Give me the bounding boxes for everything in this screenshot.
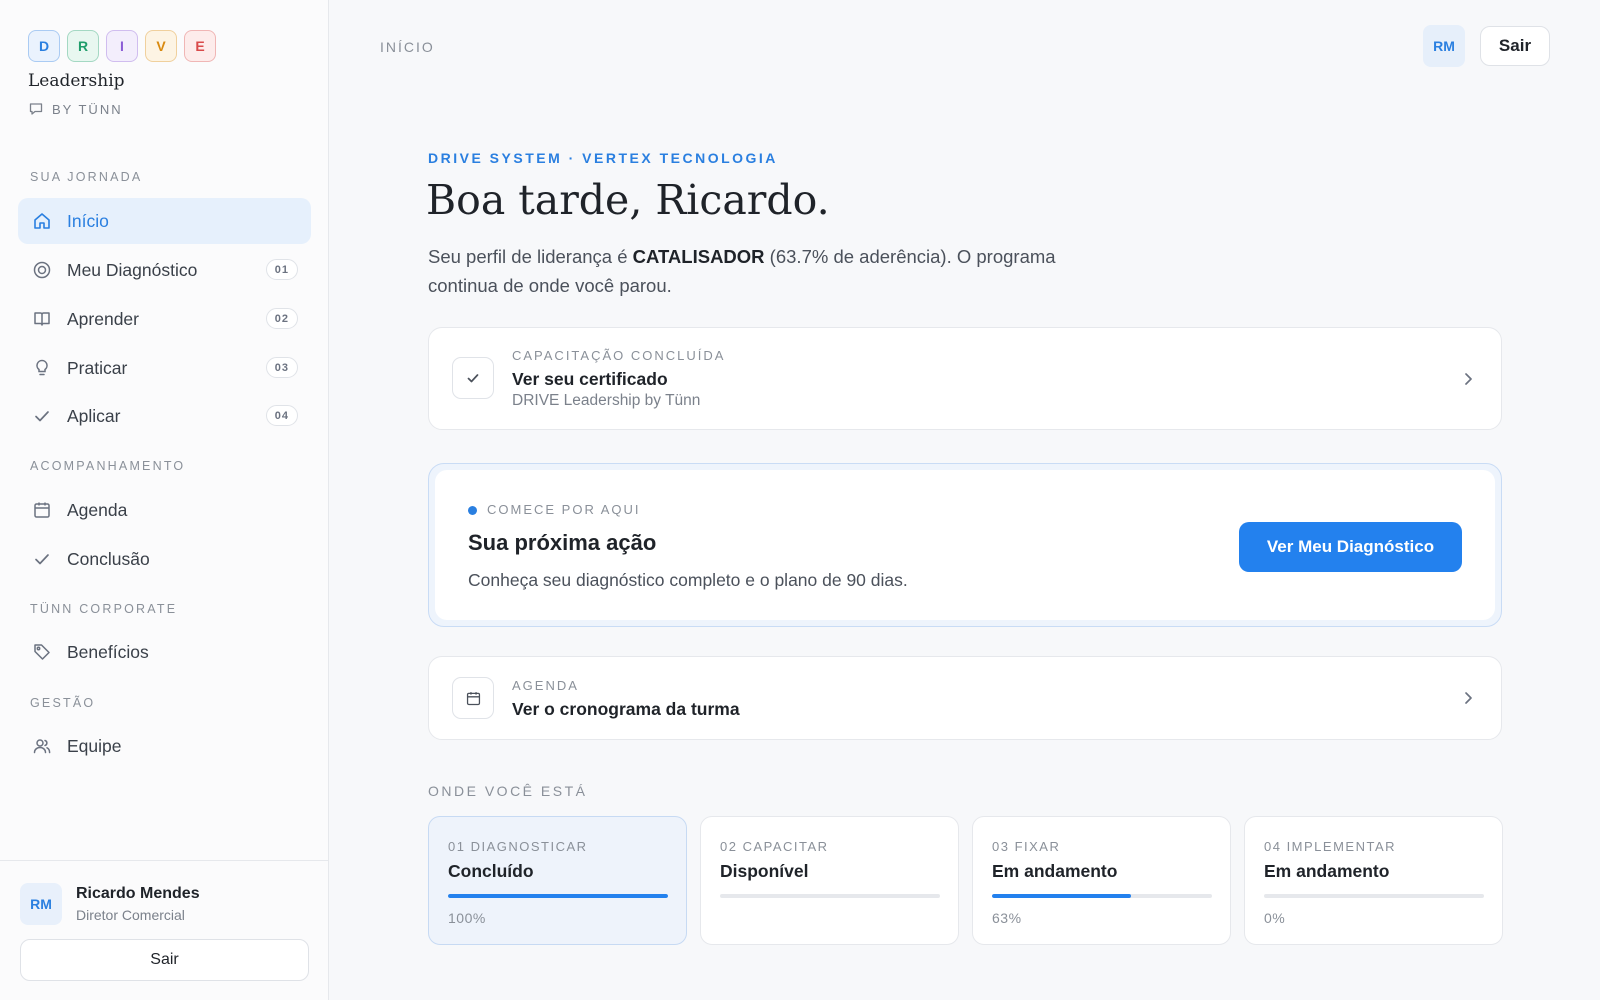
calendar-icon [32, 500, 52, 520]
logo-letter: E [184, 30, 216, 62]
progress-track [448, 894, 668, 898]
brand-subtitle: Leadership [28, 71, 125, 91]
agenda-card[interactable]: AGENDA Ver o cronograma da turma [428, 656, 1502, 740]
next-action-description: Conheça seu diagnóstico completo e o pla… [468, 570, 908, 590]
sidebar-item-label: Meu Diagnóstico [67, 259, 198, 280]
sidebar-item-label: Aplicar [67, 405, 121, 426]
breadcrumb: INÍCIO [380, 39, 435, 55]
book-icon [32, 309, 52, 329]
top-avatar[interactable]: RM [1423, 25, 1465, 67]
sidebar-item-aplicar[interactable]: Aplicar 04 [18, 393, 311, 439]
sidebar-item-label: Equipe [67, 735, 122, 756]
stage-status: Concluído [448, 861, 534, 881]
card-subtitle: DRIVE Leadership by Tünn [512, 392, 701, 409]
sidebar-item-label: Praticar [67, 357, 128, 378]
card-label: CAPACITAÇÃO CONCLUÍDA [512, 348, 726, 363]
sidebar: D R I V E Leadership BY TÜNN SUA JORNADA… [0, 0, 329, 1000]
lightbulb-icon [32, 358, 52, 378]
chevron-right-icon [1465, 692, 1472, 704]
step-badge: 01 [265, 259, 298, 280]
next-action-card: COMECE POR AQUI Sua próxima ação Conheça… [428, 463, 1502, 627]
status-dot [468, 506, 477, 515]
user-role: Diretor Comercial [76, 907, 185, 923]
sidebar-item-equipe[interactable]: Equipe [18, 723, 311, 769]
logo-letter: R [67, 30, 99, 62]
check-icon [32, 406, 52, 426]
check-icon [452, 357, 494, 399]
users-icon [32, 736, 52, 756]
next-action-title: Sua próxima ação [468, 530, 657, 555]
home-icon [32, 211, 52, 231]
stage-status: Em andamento [992, 861, 1118, 881]
certificate-card[interactable]: CAPACITAÇÃO CONCLUÍDA Ver seu certificad… [428, 327, 1502, 430]
tag-icon [32, 642, 52, 662]
logout-button[interactable]: Sair [1480, 26, 1550, 66]
stage-status: Em andamento [1264, 861, 1390, 881]
program-eyebrow: DRIVE SYSTEM · VERTEX TECNOLOGIA [428, 150, 778, 166]
step-badge: 02 [265, 308, 298, 329]
sidebar-item-label: Aprender [67, 308, 139, 329]
stage-card-capacitar[interactable]: 02 CAPACITAR Disponível [700, 816, 959, 945]
sidebar-logout-button[interactable]: Sair [20, 939, 309, 981]
stage-label: 03 FIXAR [992, 839, 1061, 854]
view-diagnostic-button[interactable]: Ver Meu Diagnóstico [1239, 522, 1462, 572]
sidebar-item-label: Início [67, 210, 109, 231]
stage-card-implementar[interactable]: 04 IMPLEMENTAR Em andamento 0% [1244, 816, 1503, 945]
avatar: RM [20, 883, 62, 925]
progress-fill [992, 894, 1131, 898]
sidebar-item-diagnostico[interactable]: Meu Diagnóstico 01 [18, 247, 311, 293]
sidebar-item-agenda[interactable]: Agenda [18, 487, 311, 533]
brand-by-text: BY TÜNN [52, 101, 123, 117]
brand-byline: BY TÜNN [28, 101, 123, 117]
calendar-icon [452, 677, 494, 719]
sidebar-item-praticar[interactable]: Praticar 03 [18, 345, 311, 391]
stage-status: Disponível [720, 861, 809, 881]
progress-section-label: ONDE VOCÊ ESTÁ [428, 783, 588, 799]
sidebar-item-conclusao[interactable]: Conclusão [18, 536, 311, 582]
progress-track [720, 894, 940, 898]
next-action-inner: COMECE POR AQUI Sua próxima ação Conheça… [435, 470, 1495, 620]
stage-label: 04 IMPLEMENTAR [1264, 839, 1397, 854]
sidebar-item-aprender[interactable]: Aprender 02 [18, 296, 311, 342]
target-icon [32, 260, 52, 280]
stage-percent: 0% [1264, 910, 1286, 926]
logo-letter: I [106, 30, 138, 62]
sidebar-item-label: Agenda [67, 499, 128, 520]
intro-text: Seu perfil de liderança é [428, 246, 633, 267]
stage-label: 01 DIAGNOSTICAR [448, 839, 588, 854]
progress-track [992, 894, 1212, 898]
chevron-right-icon [1465, 373, 1472, 385]
sidebar-item-label: Conclusão [67, 548, 150, 569]
sidebar-item-inicio[interactable]: Início [18, 198, 311, 244]
card-title: Ver seu certificado [512, 369, 668, 389]
section-label-acompanhamento: ACOMPANHAMENTO [30, 459, 186, 473]
profile-intro: Seu perfil de liderança é CATALISADOR (6… [428, 242, 1108, 300]
step-badge: 03 [265, 357, 298, 378]
logo-letter: V [145, 30, 177, 62]
section-label-gestao: GESTÃO [30, 696, 96, 710]
card-title: Ver o cronograma da turma [512, 699, 740, 719]
brand-logo[interactable]: D R I V E [28, 30, 216, 62]
progress-track [1264, 894, 1484, 898]
user-panel: RM Ricardo Mendes Diretor Comercial Sair [0, 860, 329, 1000]
section-label-jornada: SUA JORNADA [30, 170, 143, 184]
next-action-label: COMECE POR AQUI [487, 502, 641, 517]
page-title: Boa tarde, Ricardo. [426, 176, 830, 224]
stage-card-diagnosticar[interactable]: 01 DIAGNOSTICAR Concluído 100% [428, 816, 687, 945]
stage-label: 02 CAPACITAR [720, 839, 829, 854]
progress-fill [448, 894, 668, 898]
section-label-corporate: TÜNN CORPORATE [30, 602, 178, 616]
stage-percent: 100% [448, 910, 486, 926]
stage-card-fixar[interactable]: 03 FIXAR Em andamento 63% [972, 816, 1231, 945]
profile-name: CATALISADOR [632, 246, 765, 267]
stage-percent: 63% [992, 910, 1022, 926]
logo-letter: D [28, 30, 60, 62]
sidebar-item-label: Benefícios [67, 641, 149, 662]
chat-icon [29, 103, 43, 115]
check-icon [32, 549, 52, 569]
sidebar-item-beneficios[interactable]: Benefícios [18, 629, 311, 675]
card-label: AGENDA [512, 678, 579, 693]
user-name: Ricardo Mendes [76, 885, 200, 902]
step-badge: 04 [265, 405, 298, 426]
